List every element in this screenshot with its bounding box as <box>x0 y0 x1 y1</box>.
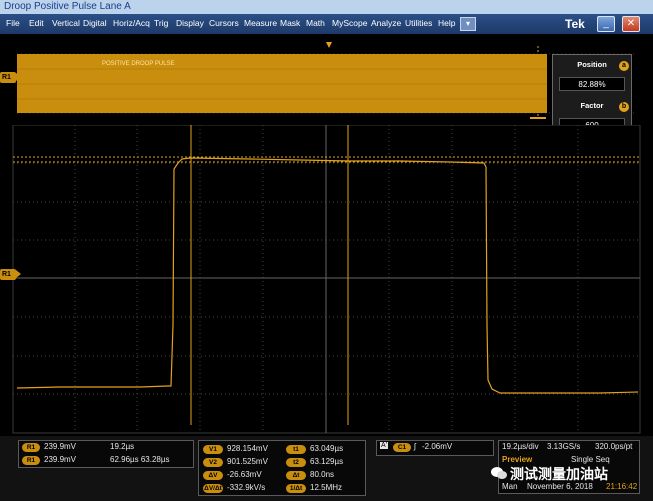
dv-badge: ΔV <box>203 471 223 480</box>
trigger-slope-icon: ʃ <box>414 442 416 451</box>
menu-digital[interactable]: Digital <box>83 18 107 28</box>
t2-value: 63.129µs <box>310 457 344 466</box>
dt-badge: Δt <box>286 471 306 480</box>
menu-math[interactable]: Math <box>306 18 325 28</box>
menu-file[interactable]: File <box>6 18 20 28</box>
v1-value: 928.154mV <box>227 444 268 453</box>
t1-badge: t1 <box>286 445 306 454</box>
dt-value: 80.0ns <box>310 470 335 479</box>
menu-utilities[interactable]: Utilities <box>405 18 432 28</box>
trigger-source-badge: C1 <box>393 443 411 452</box>
v1-badge: V1 <box>203 445 223 454</box>
knob-b-icon: b <box>619 102 629 112</box>
ref-r1-marker-main[interactable]: R1 <box>0 269 21 280</box>
menu-cursors[interactable]: Cursors <box>209 18 239 28</box>
inv-dt-value: 12.5MHz <box>310 483 343 492</box>
record-resolution: 320.0ps/pt <box>595 442 633 451</box>
watermark-text: 测试测量加油站 <box>510 467 608 483</box>
menu-dropdown-button[interactable]: ▾ <box>460 17 476 31</box>
menu-display[interactable]: Display <box>176 18 204 28</box>
window-title: Droop Positive Pulse Lane A <box>4 1 131 12</box>
r1b-label-badge: R1 <box>22 456 40 465</box>
menu-measure[interactable]: Measure <box>244 18 277 28</box>
dvdt-badge: ΔV/Δt <box>203 484 223 493</box>
menu-trig[interactable]: Trig <box>154 18 168 28</box>
menu-edit[interactable]: Edit <box>29 18 44 28</box>
v2-badge: V2 <box>203 458 223 467</box>
t2-badge: t2 <box>286 458 306 467</box>
trigger-position-marker[interactable] <box>326 42 332 48</box>
main-graticule <box>12 125 641 434</box>
waveform-trace <box>16 157 639 394</box>
menu-mask[interactable]: Mask <box>280 18 300 28</box>
title-bar: Droop Positive Pulse Lane A <box>0 0 653 14</box>
wechat-icon <box>491 467 507 479</box>
r1-time: 19.2µs <box>110 442 135 451</box>
trigger-mode-badge: A' <box>380 442 389 449</box>
dvdt-value: -332.9kV/s <box>227 483 266 492</box>
r1-label-badge: R1 <box>22 443 40 452</box>
menu-vertical[interactable]: Vertical <box>52 18 80 28</box>
sample-rate: 3.13GS/s <box>547 442 581 451</box>
position-field[interactable]: 82.88% <box>559 77 625 91</box>
overview-band-texture <box>17 68 547 100</box>
menu-bar: File Edit Vertical Digital Horiz/Acq Tri… <box>0 14 653 34</box>
r1b-value: 239.9mV <box>44 455 77 464</box>
watermark: 测试测量加油站 <box>490 464 638 484</box>
r1b-times: 62.96µs 63.28µs <box>110 455 170 464</box>
acquisition-mode: Single Seq <box>571 455 610 464</box>
ref-r1-marker-overview[interactable]: R1 <box>0 72 21 83</box>
trigger-level: -2.06mV <box>422 442 453 451</box>
menu-analyze[interactable]: Analyze <box>371 18 401 28</box>
horizontal-scale: 19.2µs/div <box>502 442 539 451</box>
dv-value: -26.63mV <box>227 470 262 479</box>
close-button[interactable]: ✕ <box>622 16 640 32</box>
menu-horiz-acq[interactable]: Horiz/Acq <box>113 18 150 28</box>
menu-myscope[interactable]: MyScope <box>332 18 367 28</box>
minimize-button[interactable]: _ <box>597 16 615 32</box>
overview-label: POSITIVE DROOP PULSE <box>102 61 175 67</box>
menu-help[interactable]: Help <box>438 18 455 28</box>
t1-value: 63.049µs <box>310 444 344 453</box>
inv-dt-badge: 1/Δt <box>286 484 306 493</box>
r1-value: 239.9mV <box>44 442 77 451</box>
v2-value: 901.525mV <box>227 457 268 466</box>
knob-a-icon: a <box>619 61 629 71</box>
tek-logo: Tek <box>565 17 585 31</box>
preview-status: Preview <box>502 455 533 464</box>
